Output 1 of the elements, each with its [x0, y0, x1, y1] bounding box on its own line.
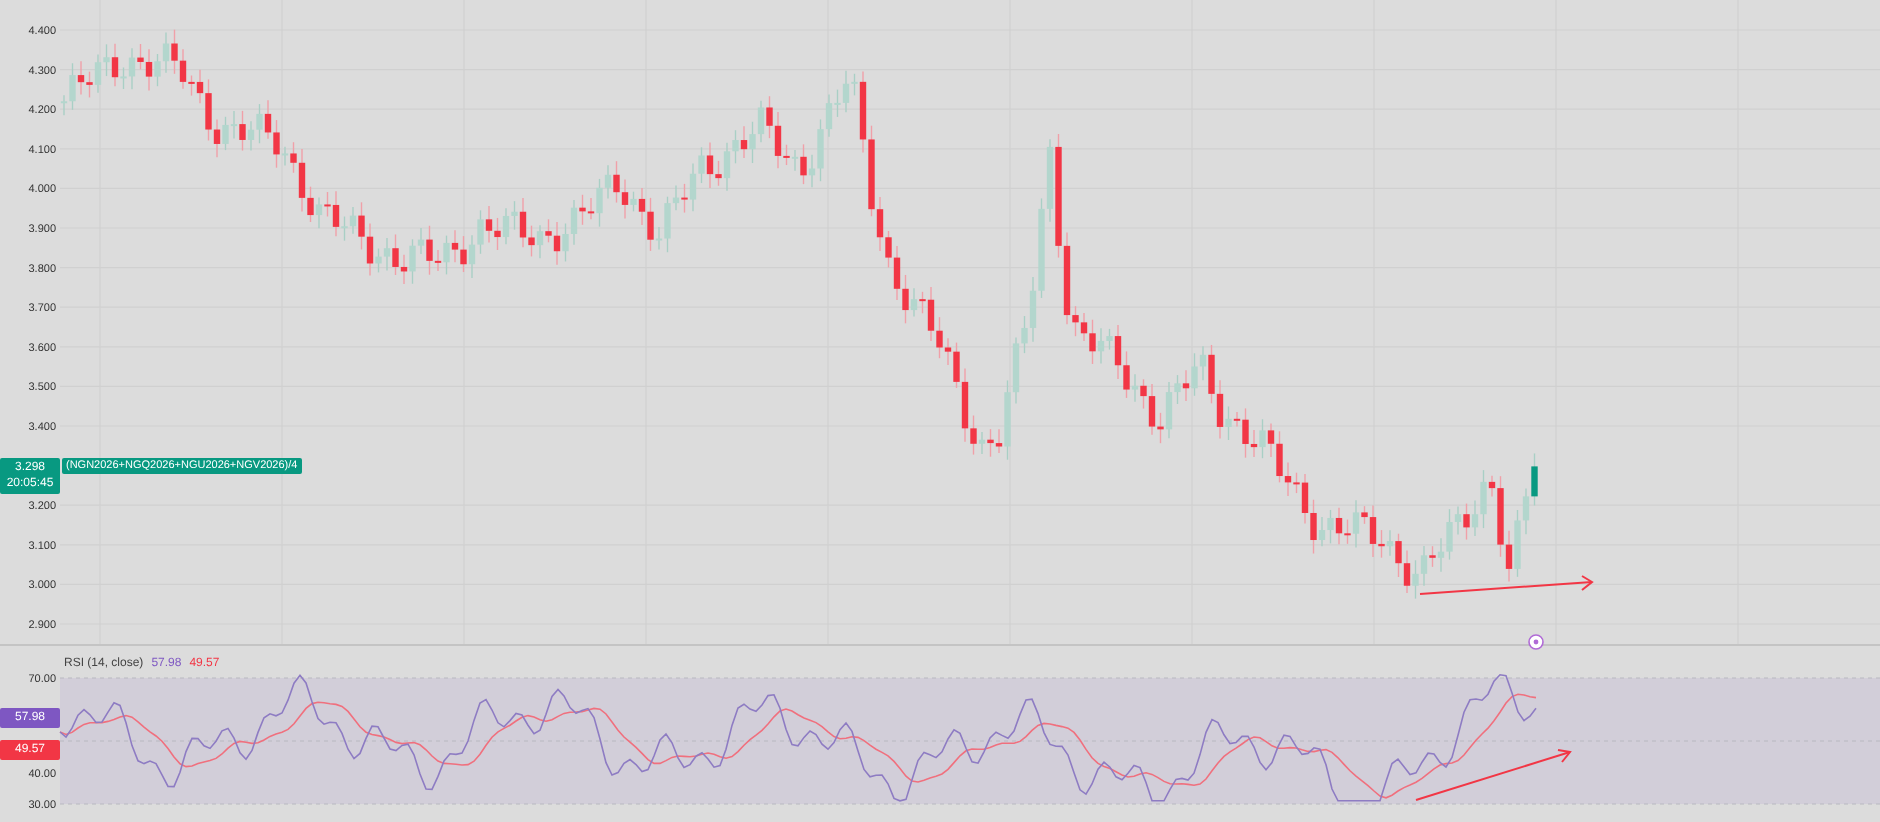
- event-icon[interactable]: [1528, 634, 1544, 650]
